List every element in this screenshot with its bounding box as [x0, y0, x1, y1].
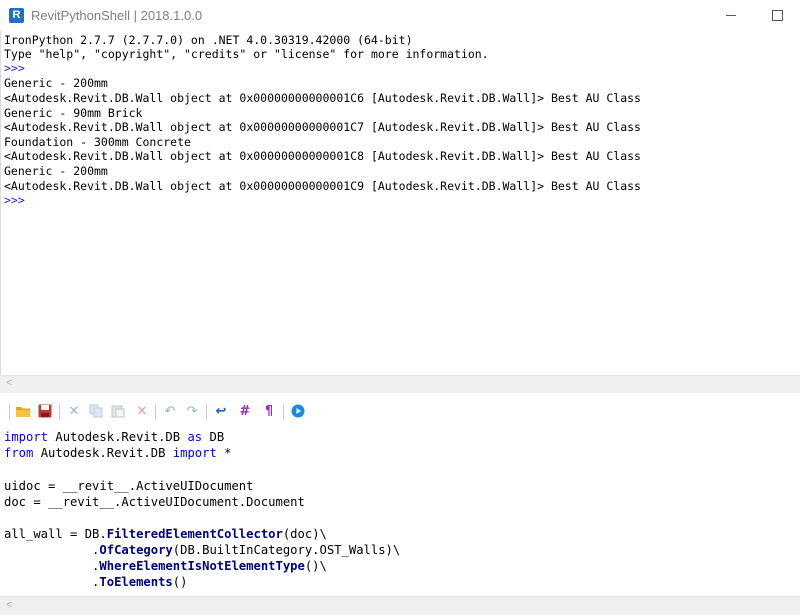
- code-function: ToElements: [99, 575, 173, 589]
- undo-icon: ↶: [164, 403, 176, 419]
- console-line: <Autodesk.Revit.DB.Wall object at 0x0000…: [4, 149, 641, 163]
- code-text: Autodesk.Revit.DB: [48, 430, 188, 444]
- code-line: from Autodesk.Revit.DB import *: [4, 445, 232, 461]
- redo-icon: ↷: [186, 403, 198, 419]
- console-line: IronPython 2.7.7 (2.7.7.0) on .NET 4.0.3…: [4, 33, 413, 47]
- code-text: DB: [202, 430, 225, 444]
- code-text: .: [4, 543, 100, 557]
- folder-icon: [15, 406, 31, 417]
- save-icon: [38, 404, 52, 418]
- console-output[interactable]: IronPython 2.7.7 (2.7.7.0) on .NET 4.0.3…: [0, 31, 800, 375]
- toolbar-separator: [206, 404, 207, 420]
- code-line: all_wall = DB.FilteredElementCollector(d…: [4, 526, 327, 542]
- code-text: Autodesk.Revit.DB: [33, 446, 173, 460]
- word-wrap-icon: ↩: [215, 403, 227, 419]
- cut-icon: ✕: [68, 403, 80, 419]
- editor-toolbar: ✕ ✕ ↶ ↷ ↩ # ¶: [0, 398, 800, 426]
- code-keyword: as: [187, 430, 203, 444]
- code-text: (DB.BuiltInCategory.OST_Walls)\: [172, 543, 401, 557]
- open-button[interactable]: [15, 403, 31, 419]
- maximize-button[interactable]: [754, 0, 800, 31]
- cut-button[interactable]: ✕: [66, 403, 82, 419]
- title-bar: R RevitPythonShell | 2018.1.0.0: [0, 0, 800, 31]
- code-editor[interactable]: import Autodesk.Revit.DB as DB from Auto…: [0, 428, 800, 596]
- paste-button[interactable]: [110, 403, 126, 419]
- code-function: WhereElementIsNotElementType: [99, 559, 305, 573]
- code-line: uidoc = __revit__.ActiveUIDocument: [4, 479, 254, 493]
- copy-button[interactable]: [88, 403, 104, 419]
- code-text: all_wall = DB.: [4, 527, 107, 541]
- pilcrow-icon: ¶: [264, 403, 274, 419]
- undo-button[interactable]: ↶: [162, 403, 178, 419]
- show-whitespace-button[interactable]: ¶: [261, 403, 277, 419]
- revit-app-icon: R: [9, 8, 24, 23]
- save-button[interactable]: [37, 403, 53, 419]
- minimize-button[interactable]: [708, 0, 754, 31]
- code-line: .WhereElementIsNotElementType()\: [4, 558, 327, 574]
- toolbar-separator: [283, 404, 284, 420]
- code-line: import Autodesk.Revit.DB as DB: [4, 429, 224, 445]
- code-function: OfCategory: [99, 543, 173, 557]
- delete-icon: ✕: [136, 403, 148, 419]
- console-line: <Autodesk.Revit.DB.Wall object at 0x0000…: [4, 179, 641, 193]
- code-line: doc = __revit__.ActiveUIDocument.Documen…: [4, 495, 305, 509]
- code-keyword: from: [4, 446, 34, 460]
- code-line: .ToElements(): [4, 574, 187, 590]
- console-line: <Autodesk.Revit.DB.Wall object at 0x0000…: [4, 120, 641, 134]
- redo-button[interactable]: ↷: [184, 403, 200, 419]
- run-button[interactable]: [290, 403, 306, 419]
- code-text: *: [216, 446, 232, 460]
- scroll-left-icon[interactable]: <: [6, 377, 12, 389]
- minimize-icon: [726, 15, 736, 16]
- run-icon: [291, 404, 305, 418]
- code-text: .: [4, 575, 100, 589]
- code-function: FilteredElementCollector: [106, 527, 283, 541]
- editor-horizontal-scrollbar[interactable]: <: [0, 596, 800, 615]
- word-wrap-button[interactable]: ↩: [213, 403, 229, 419]
- code-text: (): [172, 575, 188, 589]
- console-line: <Autodesk.Revit.DB.Wall object at 0x0000…: [4, 91, 641, 105]
- console-horizontal-scrollbar[interactable]: <: [0, 375, 800, 393]
- copy-icon: [89, 404, 103, 418]
- code-line: .OfCategory(DB.BuiltInCategory.OST_Walls…: [4, 542, 400, 558]
- scroll-left-icon[interactable]: <: [6, 599, 12, 611]
- code-text: (doc)\: [282, 527, 327, 541]
- code-text: ()\: [304, 559, 327, 573]
- console-prompt: >>>: [4, 193, 25, 207]
- console-line: Type "help", "copyright", "credits" or "…: [4, 47, 489, 61]
- console-prompt: >>>: [4, 61, 25, 75]
- toolbar-separator: [155, 404, 156, 420]
- paste-icon: [111, 405, 125, 418]
- hash-icon: #: [239, 403, 251, 419]
- delete-button[interactable]: ✕: [134, 403, 150, 419]
- console-line: Generic - 90mm Brick: [4, 106, 143, 120]
- comment-button[interactable]: #: [237, 403, 253, 419]
- code-keyword: import: [4, 430, 49, 444]
- code-keyword: import: [172, 446, 217, 460]
- console-line: Foundation - 300mm Concrete: [4, 135, 191, 149]
- window-title: RevitPythonShell | 2018.1.0.0: [31, 8, 203, 23]
- toolbar-separator: [59, 404, 60, 420]
- maximize-icon: [771, 10, 783, 21]
- code-text: .: [4, 559, 100, 573]
- toolbar-grip: [9, 404, 10, 420]
- console-line: Generic - 200mm: [4, 164, 108, 178]
- console-line: Generic - 200mm: [4, 76, 108, 90]
